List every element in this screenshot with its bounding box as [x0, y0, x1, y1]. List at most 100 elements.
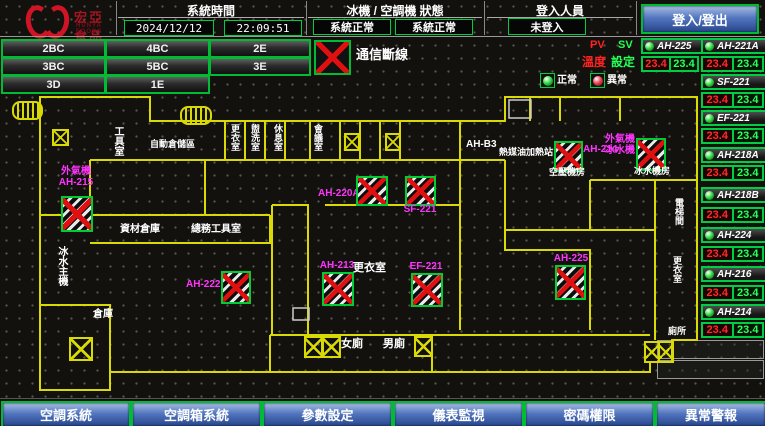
room-label: 空壓機房	[549, 167, 585, 178]
shaft-x-icon	[385, 133, 401, 151]
legend-abnormal-label: 異常	[607, 75, 627, 86]
floor-button-4bc[interactable]: 4BC	[105, 39, 210, 58]
red-x-icon	[413, 275, 441, 305]
nav-button-param-setting[interactable]: 參數設定	[262, 401, 393, 426]
unit-values-ah221a: 23.4 23.4	[701, 56, 764, 72]
room-label: 自動倉儲區	[150, 139, 195, 150]
unit-values-ah225: 23.4 23.4	[641, 56, 699, 72]
legend-normal-label: 正常	[557, 75, 577, 86]
logo-subtext: HUNYA FOODS	[76, 23, 114, 35]
red-x-icon	[556, 143, 581, 170]
nav-separator	[0, 398, 765, 399]
shaft-x-icon	[344, 133, 360, 151]
floor-button-3bc[interactable]: 3BC	[1, 57, 106, 76]
room-label: 冰水機房	[634, 166, 670, 177]
sv-value: 23.4	[671, 58, 697, 70]
sv-value: 23.4	[734, 58, 763, 70]
red-x-icon	[63, 198, 91, 230]
pv-value: 23.4	[703, 58, 734, 70]
chiller-status-value: 系統正常	[313, 19, 391, 35]
stairs-x-icon	[322, 336, 341, 358]
pv-header: PV	[590, 39, 605, 51]
map-ahu-icon-ah225[interactable]	[555, 265, 586, 300]
room-label: 倉庫	[93, 309, 113, 320]
map-ahu-icon-ah215[interactable]	[61, 196, 93, 232]
unit-lamp-icon	[705, 42, 714, 51]
room-label: 更衣室	[228, 124, 241, 162]
room-label: 工具室	[111, 126, 124, 174]
stairs-icon	[12, 101, 43, 120]
comm-offline-label: 通信斷線	[356, 49, 408, 60]
nav-button-ahu-system[interactable]: 空調箱系統	[131, 401, 262, 426]
system-time-value: 22:09:51	[224, 20, 302, 36]
room-label: AH-B3	[466, 139, 497, 150]
map-unit-label-ah220a: AH-220A	[318, 188, 356, 199]
topbar-separator	[0, 36, 765, 37]
shaft-x-icon	[52, 129, 69, 146]
unit-name: SF-221	[717, 77, 750, 88]
set-header: 設定	[611, 53, 635, 70]
nav-button-meter-monitor[interactable]: 儀表監視	[393, 401, 524, 426]
room-label: 資材倉庫	[120, 224, 160, 235]
room-label: 冰水主機	[55, 246, 68, 302]
stairs-x-icon	[414, 336, 433, 357]
company-logo: 宏亞食品 HUNYA FOODS	[2, 1, 114, 35]
unit-lamp-icon	[645, 42, 654, 51]
room-label: 廁所	[668, 326, 686, 337]
room-label: 更衣室	[670, 256, 683, 296]
floor-button-3e[interactable]: 3E	[209, 57, 311, 76]
room-label: 熱媒油加熱站	[499, 147, 553, 158]
map-ahu-icon-ef221[interactable]	[411, 273, 443, 307]
map-ahu-icon-ah213[interactable]	[322, 272, 354, 306]
legend-normal-lamp	[540, 73, 555, 88]
top-bar: 宏亞食品 HUNYA FOODS 系統時間 2024/12/12 22:09:5…	[0, 0, 765, 36]
red-x-icon	[557, 267, 584, 298]
temp-header: 溫度	[582, 53, 606, 70]
map-ahu-icon-ah222[interactable]	[221, 271, 251, 304]
map-unit-label-ah222: AH-222	[186, 279, 220, 290]
room-label: 盥洗室	[248, 124, 261, 162]
unit-name: AH-225	[657, 41, 691, 52]
room-label: 男廁	[383, 339, 405, 350]
nav-button-password-auth[interactable]: 密碼權限	[524, 401, 655, 426]
room-label: 休息室	[271, 124, 284, 162]
login-logout-button[interactable]: 登入/登出	[641, 4, 759, 34]
stairs-x-icon	[658, 341, 674, 363]
red-x-icon	[407, 178, 434, 204]
divider	[484, 1, 485, 35]
unit-button-ah225[interactable]: AH-225	[641, 38, 703, 54]
login-state-value: 未登入	[508, 18, 586, 35]
sv-header: SV	[618, 39, 633, 51]
underline	[118, 17, 304, 18]
red-x-icon	[223, 273, 249, 302]
nav-button-alarm[interactable]: 異常警報	[655, 401, 765, 426]
red-x-icon	[638, 140, 664, 169]
red-x-icon	[316, 42, 349, 73]
map-ahu-icon-ah220a[interactable]	[356, 176, 388, 206]
floor-button-2e[interactable]: 2E	[209, 39, 311, 58]
divider	[116, 1, 117, 35]
floor-button-2bc[interactable]: 2BC	[1, 39, 106, 58]
shaft-x-icon	[69, 337, 93, 361]
comm-offline-icon	[314, 40, 351, 75]
nav-button-hvac-system[interactable]: 空調系統	[1, 401, 131, 426]
map-unit-label-sf221: SF-221	[400, 204, 440, 215]
floor-button-5bc[interactable]: 5BC	[105, 57, 210, 76]
ahu-status-value: 系統正常	[395, 19, 473, 35]
room-label: 總務工具室	[191, 224, 241, 235]
unit-button-ah221a[interactable]: AH-221A	[701, 38, 765, 54]
pv-value: 23.4	[643, 58, 671, 70]
divider	[306, 1, 307, 35]
map-unit-label-ah213: AH-213	[318, 260, 356, 271]
stairs-x-icon	[304, 336, 323, 358]
map-unit-label-ah225: AH-225	[552, 253, 590, 264]
map-ahu-icon-sf221[interactable]	[405, 176, 436, 206]
scada-screen: 宏亞食品 HUNYA FOODS 系統時間 2024/12/12 22:09:5…	[0, 0, 765, 426]
stairs-icon	[180, 106, 212, 125]
red-x-icon	[358, 178, 386, 204]
map-unit-label-ef221: EF-221	[407, 261, 445, 272]
room-label: 電梯間	[672, 198, 685, 238]
underline	[308, 17, 482, 18]
room-label: 女廁	[341, 339, 363, 350]
map-unit-label-chiller-ahu: 外氣機冰水機	[604, 134, 636, 156]
